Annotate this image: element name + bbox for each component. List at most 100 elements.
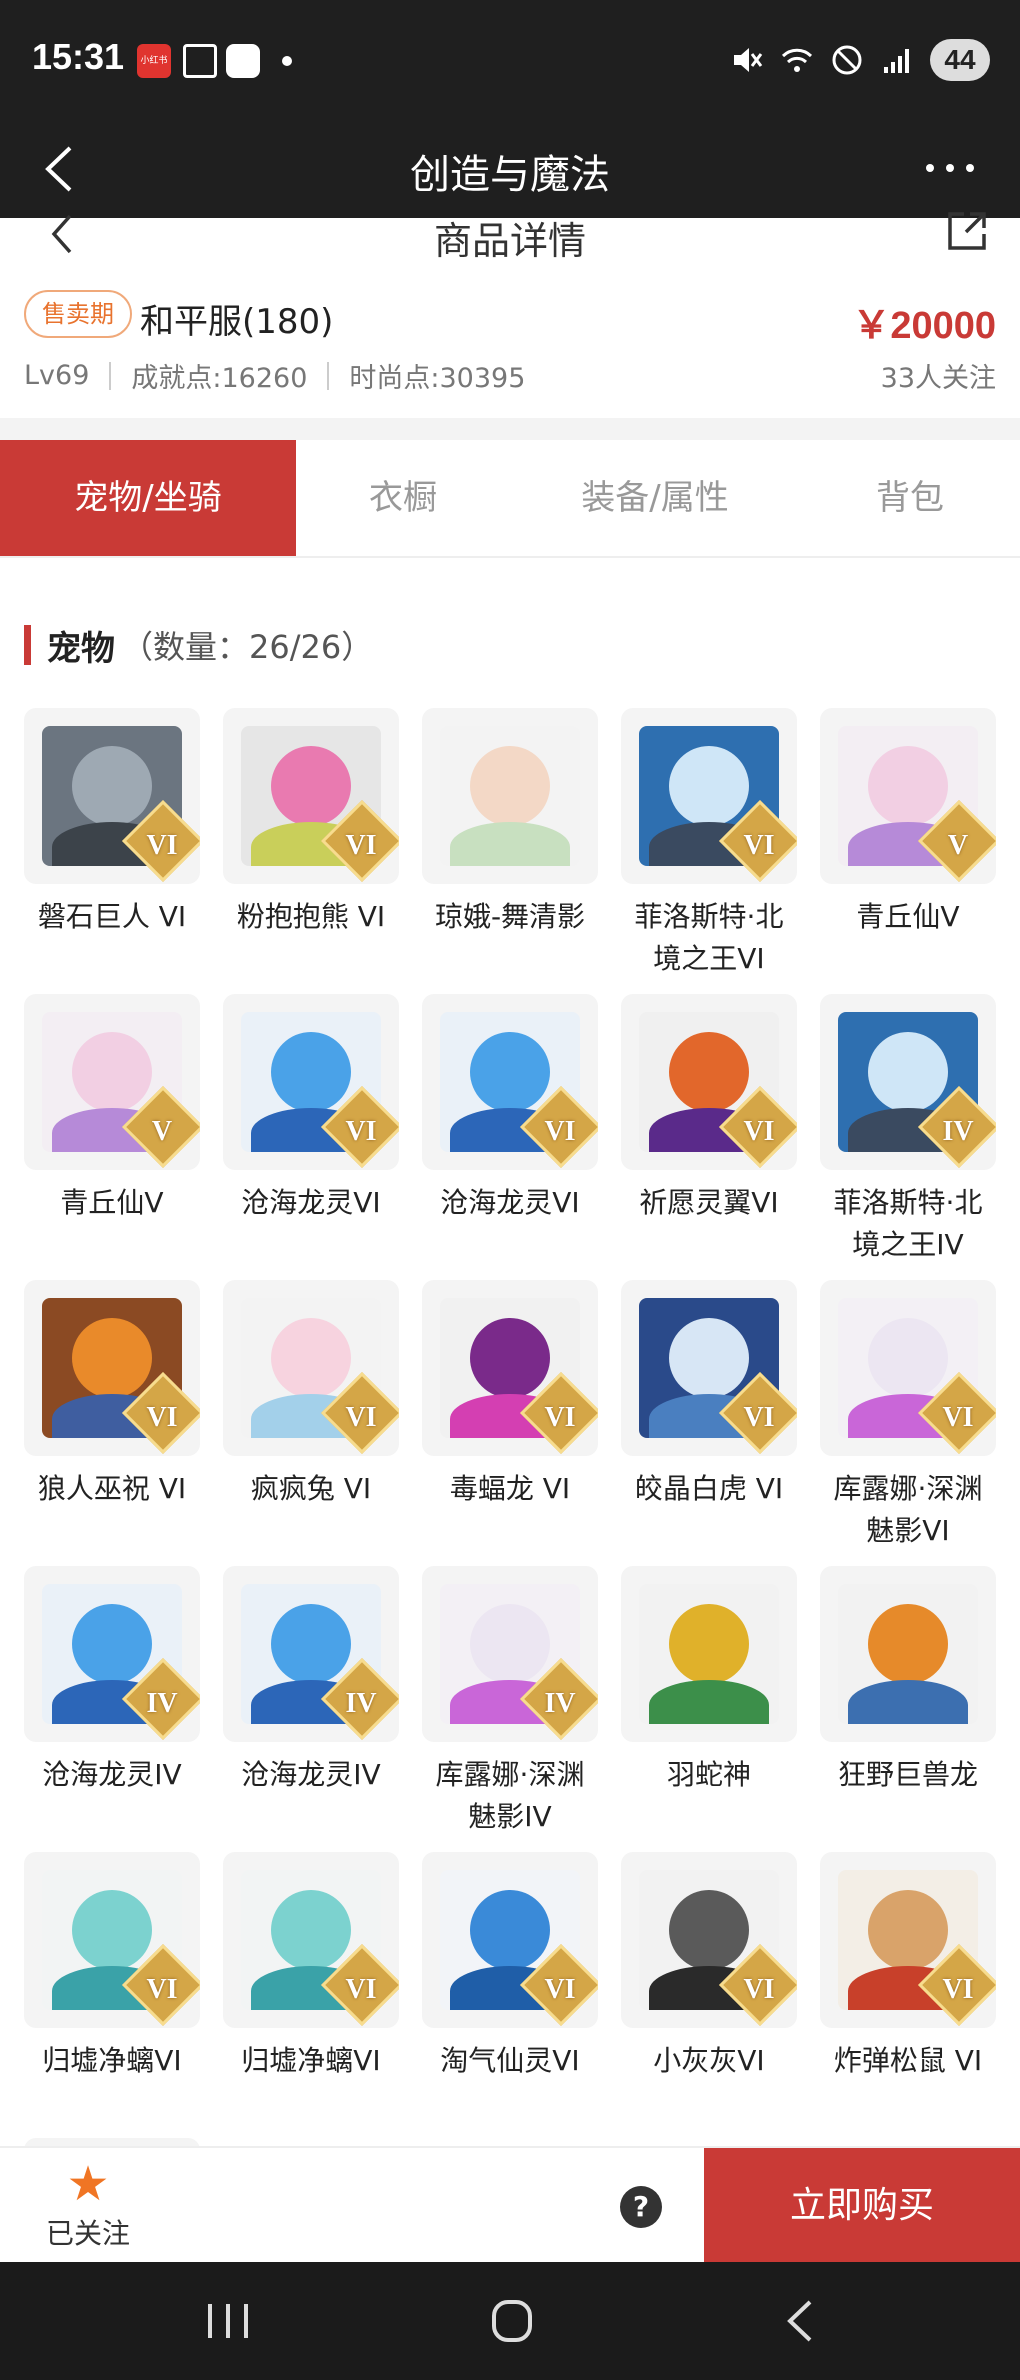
section-accent-bar bbox=[24, 625, 31, 665]
pet-thumbnail[interactable]: VI bbox=[422, 1280, 598, 1456]
pet-thumbnail[interactable]: VI bbox=[223, 1852, 399, 2028]
pet-item[interactable]: VI 疯疯兔 VI bbox=[223, 1280, 399, 1548]
pet-name: 库露娜·深渊魅影VI bbox=[833, 1472, 983, 1547]
pet-thumbnail[interactable]: V bbox=[820, 708, 996, 884]
rank-badge-label: VI bbox=[743, 1116, 775, 1147]
pet-portrait-shape bbox=[72, 746, 152, 826]
pet-portrait-shape bbox=[868, 1890, 948, 1970]
pet-item[interactable]: V 青丘仙V bbox=[820, 708, 996, 976]
pet-item[interactable]: IV 沧海龙灵IV bbox=[24, 1566, 200, 1834]
sale-status-badge: 售卖期 bbox=[24, 290, 132, 338]
system-navigation-bar bbox=[0, 2262, 1020, 2380]
pet-thumbnail[interactable]: IV bbox=[24, 1566, 200, 1742]
pet-name: 沧海龙灵VI bbox=[241, 1186, 381, 1219]
pet-item[interactable]: VI 毒蝠龙 VI bbox=[422, 1280, 598, 1548]
pet-portrait-shape bbox=[669, 1890, 749, 1970]
pet-item[interactable]: 狂野巨兽龙 bbox=[820, 1566, 996, 1834]
follow-button[interactable]: ★ 已关注 bbox=[40, 2156, 136, 2256]
pet-item[interactable]: V 青丘仙V bbox=[24, 994, 200, 1262]
home-icon[interactable] bbox=[472, 2292, 552, 2350]
pet-item[interactable]: 琼娥-舞清影 bbox=[422, 708, 598, 976]
pet-item[interactable]: VI 皎晶白虎 VI bbox=[621, 1280, 797, 1548]
pet-item[interactable]: IV 库露娜·深渊魅影IV bbox=[422, 1566, 598, 1834]
rank-badge-label: VI bbox=[743, 1402, 775, 1433]
pet-item[interactable]: VI 狼人巫祝 VI bbox=[24, 1280, 200, 1548]
pet-thumbnail[interactable] bbox=[422, 708, 598, 884]
pet-portrait-image bbox=[440, 726, 580, 866]
pet-thumbnail[interactable]: IV bbox=[223, 1566, 399, 1742]
pet-name: 沧海龙灵VI bbox=[440, 1186, 580, 1219]
pet-thumbnail[interactable]: VI bbox=[820, 1852, 996, 2028]
pet-grid: VI 磐石巨人 VI VI 粉抱抱熊 VI 琼娥-舞清影 VI 菲洛斯特·北境之王VI V 青丘… bbox=[24, 708, 1004, 2380]
pet-thumbnail[interactable]: IV bbox=[422, 1566, 598, 1742]
share-icon[interactable] bbox=[944, 208, 990, 254]
pet-item[interactable]: VI 库露娜·深渊魅影VI bbox=[820, 1280, 996, 1548]
system-back-icon[interactable] bbox=[760, 2292, 840, 2350]
pet-portrait-shape bbox=[470, 1032, 550, 1112]
tab-backpack[interactable]: 背包 bbox=[800, 440, 1020, 556]
pet-name: 狂野巨兽龙 bbox=[837, 1758, 978, 1791]
pet-item[interactable]: IV 沧海龙灵IV bbox=[223, 1566, 399, 1834]
pet-thumbnail[interactable]: VI bbox=[24, 708, 200, 884]
pet-item[interactable]: 羽蛇神 bbox=[621, 1566, 797, 1834]
do-not-disturb-icon bbox=[832, 45, 862, 75]
pet-item[interactable]: VI 小灰灰VI bbox=[621, 1852, 797, 2120]
pet-portrait-shape bbox=[848, 1680, 968, 1724]
rank-badge-label: VI bbox=[743, 830, 775, 861]
level-stat: Lv69 bbox=[24, 360, 90, 391]
pet-item[interactable]: VI 祈愿灵翼VI bbox=[621, 994, 797, 1262]
pet-thumbnail[interactable]: VI bbox=[24, 1280, 200, 1456]
pet-name: 归墟净螭VI bbox=[241, 2044, 381, 2077]
product-name: 和平服(180) bbox=[140, 302, 334, 342]
pet-thumbnail[interactable] bbox=[621, 1566, 797, 1742]
page-title: 商品详情 bbox=[433, 219, 586, 263]
pet-item[interactable]: VI 归墟净螭VI bbox=[223, 1852, 399, 2120]
pet-thumbnail[interactable]: VI bbox=[621, 994, 797, 1170]
pet-name: 库露娜·深渊魅影IV bbox=[435, 1758, 585, 1833]
product-price: ￥20000 bbox=[852, 305, 996, 347]
pet-thumbnail[interactable]: VI bbox=[621, 1280, 797, 1456]
pet-name: 琼娥-舞清影 bbox=[434, 900, 586, 933]
pet-portrait-shape bbox=[868, 1318, 948, 1398]
rank-badge-label: IV bbox=[942, 1116, 974, 1147]
pet-thumbnail[interactable]: VI bbox=[223, 994, 399, 1170]
pet-item[interactable]: VI 淘气仙灵VI bbox=[422, 1852, 598, 2120]
app-notification-icon bbox=[226, 44, 260, 78]
pet-item[interactable]: VI 炸弹松鼠 VI bbox=[820, 1852, 996, 2120]
pet-item[interactable]: VI 沧海龙灵VI bbox=[223, 994, 399, 1262]
pet-thumbnail[interactable] bbox=[820, 1566, 996, 1742]
pet-item[interactable]: VI 菲洛斯特·北境之王VI bbox=[621, 708, 797, 976]
more-options-icon[interactable] bbox=[920, 148, 980, 188]
pet-name: 青丘仙V bbox=[856, 900, 960, 933]
pet-item[interactable]: VI 归墟净螭VI bbox=[24, 1852, 200, 2120]
pet-thumbnail[interactable]: IV bbox=[820, 994, 996, 1170]
pet-thumbnail[interactable]: VI bbox=[223, 708, 399, 884]
pet-thumbnail[interactable]: VI bbox=[621, 1852, 797, 2028]
pet-name: 小灰灰VI bbox=[653, 2044, 765, 2077]
help-icon[interactable]: ? bbox=[620, 2186, 662, 2228]
pet-thumbnail[interactable]: V bbox=[24, 994, 200, 1170]
tab-pets-mounts[interactable]: 宠物/坐骑 bbox=[0, 440, 296, 556]
pet-portrait-shape bbox=[72, 1032, 152, 1112]
pet-thumbnail[interactable]: VI bbox=[422, 994, 598, 1170]
pet-item[interactable]: VI 沧海龙灵VI bbox=[422, 994, 598, 1262]
follow-label: 已关注 bbox=[45, 2217, 130, 2250]
tab-wardrobe[interactable]: 衣橱 bbox=[296, 440, 510, 556]
app-header: 创造与魔法 bbox=[0, 118, 1020, 218]
recent-apps-icon[interactable] bbox=[188, 2292, 268, 2350]
pets-section-heading: 宠物 （数量：26/26） bbox=[24, 620, 373, 670]
tab-equipment-attributes[interactable]: 装备/属性 bbox=[510, 440, 800, 556]
pet-thumbnail[interactable]: VI bbox=[422, 1852, 598, 2028]
pet-portrait-shape bbox=[470, 1890, 550, 1970]
section-divider bbox=[0, 418, 1020, 440]
rank-badge-label: VI bbox=[146, 830, 178, 861]
pet-thumbnail[interactable]: VI bbox=[621, 708, 797, 884]
pet-thumbnail[interactable]: VI bbox=[24, 1852, 200, 2028]
pet-item[interactable]: VI 磐石巨人 VI bbox=[24, 708, 200, 976]
pet-item[interactable]: VI 粉抱抱熊 VI bbox=[223, 708, 399, 976]
pet-thumbnail[interactable]: VI bbox=[223, 1280, 399, 1456]
pet-thumbnail[interactable]: VI bbox=[820, 1280, 996, 1456]
pet-item[interactable]: IV 菲洛斯特·北境之王IV bbox=[820, 994, 996, 1262]
pet-portrait-shape bbox=[271, 1032, 351, 1112]
buy-now-button[interactable]: 立即购买 bbox=[704, 2148, 1020, 2264]
